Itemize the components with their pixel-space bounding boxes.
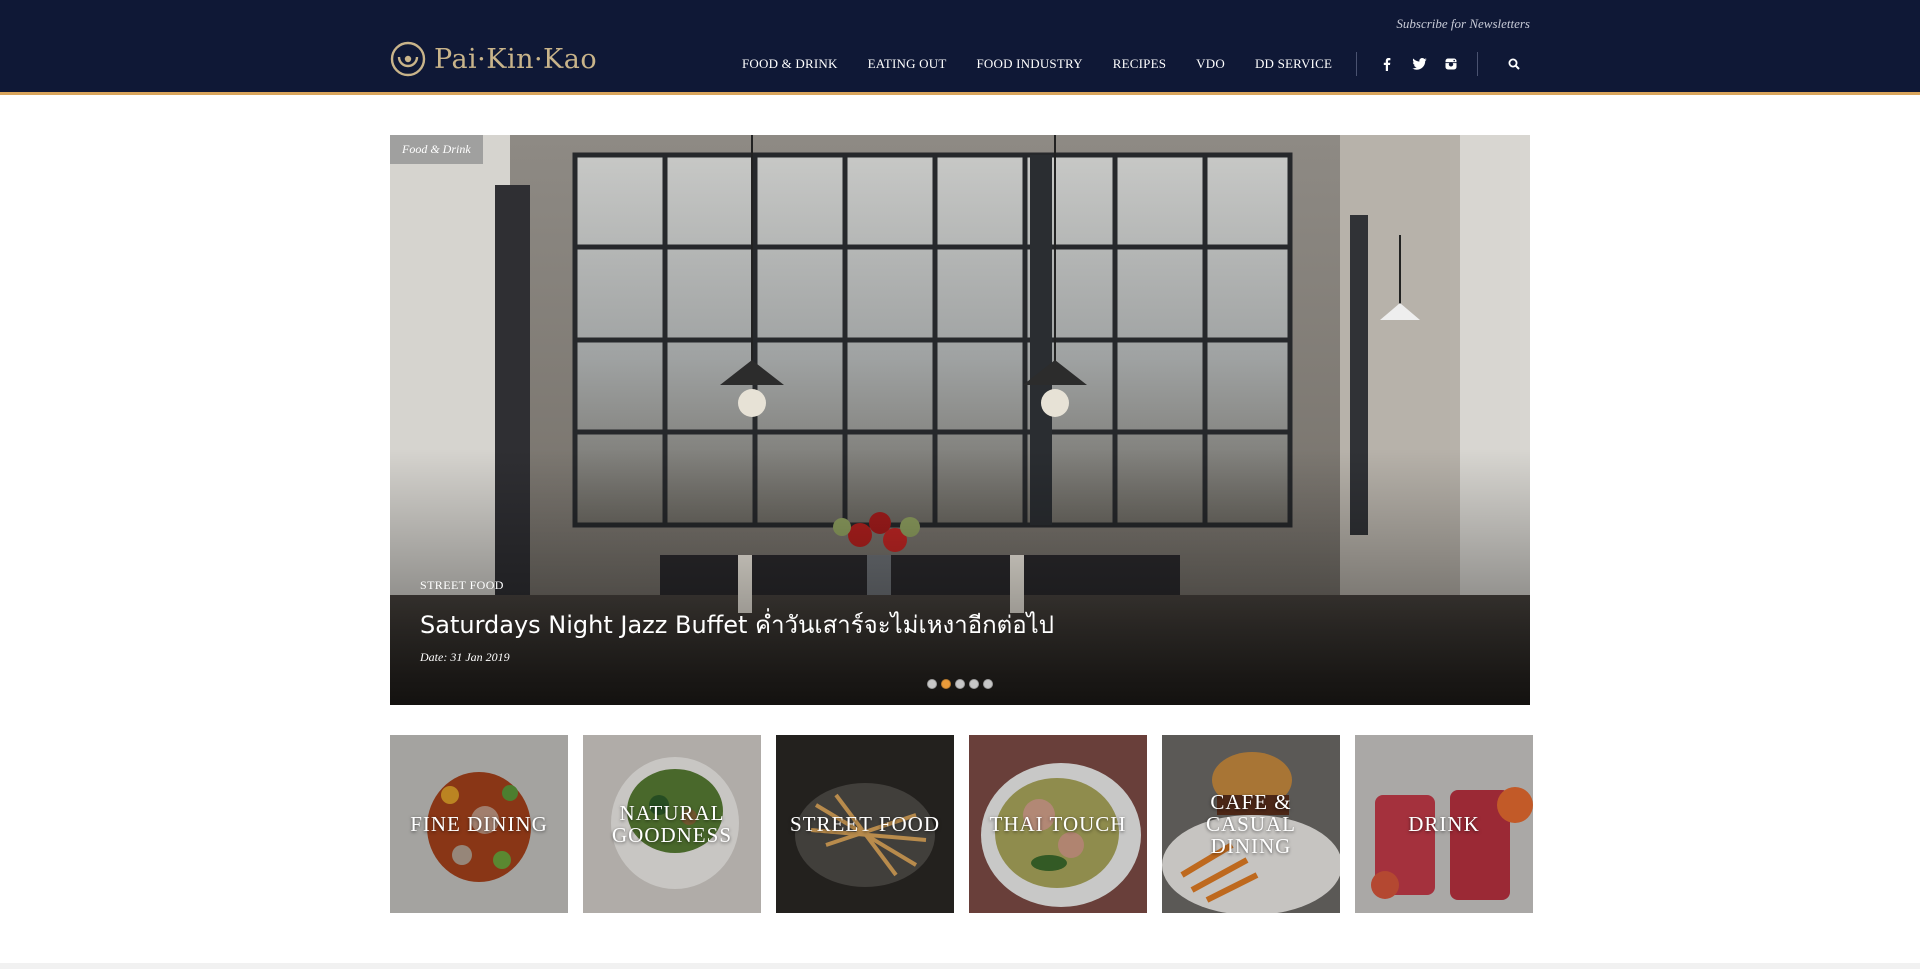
nav-food-industry[interactable]: FOOD INDUSTRY xyxy=(976,56,1082,72)
logo-icon xyxy=(390,41,426,77)
nav-dd-service[interactable]: DD SERVICE xyxy=(1255,56,1332,72)
category-fine-dining[interactable]: FINE DINING xyxy=(390,735,568,913)
slider-dot[interactable] xyxy=(927,679,937,689)
hero-title[interactable]: Saturdays Night Jazz Buffet ค่ำวันเสาร์จ… xyxy=(420,605,1054,644)
social-links xyxy=(1371,55,1467,73)
category-street-food[interactable]: STREET FOOD xyxy=(776,735,954,913)
site-logo[interactable]: Pai·Kin·Kao xyxy=(390,41,597,77)
instagram-icon[interactable] xyxy=(1441,55,1461,73)
nav-recipes[interactable]: RECIPES xyxy=(1113,56,1166,72)
nav-divider-2 xyxy=(1477,52,1479,76)
facebook-icon[interactable] xyxy=(1377,55,1397,73)
twitter-icon[interactable] xyxy=(1409,55,1429,73)
logo-text: Pai·Kin·Kao xyxy=(434,43,598,75)
category-label: STREET FOOD xyxy=(789,812,941,836)
nav-divider xyxy=(1356,52,1358,76)
hero-category[interactable]: STREET FOOD xyxy=(420,578,1054,593)
slider-dot[interactable] xyxy=(969,679,979,689)
hero-date: Date: 31 Jan 2019 xyxy=(420,650,510,664)
slider-dot-active[interactable] xyxy=(941,679,951,689)
category-natural-goodness[interactable]: NATURAL GOODNESS xyxy=(583,735,761,913)
footer-band xyxy=(0,963,1920,969)
category-thai-touch[interactable]: THAI TOUCH xyxy=(969,735,1147,913)
search-icon[interactable] xyxy=(1504,55,1524,73)
category-label: CAFE & CASUAL DINING xyxy=(1205,790,1296,858)
category-cafe-casual-dining[interactable]: CAFE & CASUAL DINING xyxy=(1162,735,1340,913)
category-label: FINE DINING xyxy=(410,812,548,836)
main-nav: FOOD & DRINK EATING OUT FOOD INDUSTRY RE… xyxy=(742,52,1524,76)
nav-food-drink[interactable]: FOOD & DRINK xyxy=(742,56,838,72)
nav-eating-out[interactable]: EATING OUT xyxy=(868,56,947,72)
hero-tag[interactable]: Food & Drink xyxy=(390,135,483,164)
category-label: NATURAL GOODNESS xyxy=(611,801,732,847)
category-label: DRINK xyxy=(1408,812,1480,836)
slider-dot[interactable] xyxy=(983,679,993,689)
hero-caption: STREET FOOD Saturdays Night Jazz Buffet … xyxy=(420,578,1054,665)
category-tiles: FINE DINING NATURAL GOODNESS STREET FOOD xyxy=(390,735,1533,913)
slider-dots xyxy=(927,679,997,689)
hero-slider[interactable]: Food & Drink STREET FOOD Saturdays Night… xyxy=(390,135,1530,705)
nav-vdo[interactable]: VDO xyxy=(1196,56,1225,72)
category-drink[interactable]: DRINK xyxy=(1355,735,1533,913)
site-header: Subscribe for Newsletters Pai·Kin·Kao FO… xyxy=(0,0,1920,95)
subscribe-link[interactable]: Subscribe for Newsletters xyxy=(1396,16,1530,32)
category-label: THAI TOUCH xyxy=(989,812,1127,836)
slider-dot[interactable] xyxy=(955,679,965,689)
